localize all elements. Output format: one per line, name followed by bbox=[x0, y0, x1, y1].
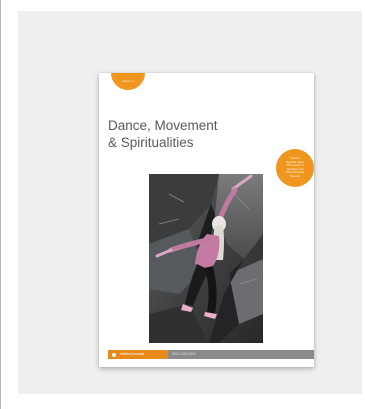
publisher-name: intellect bbox=[120, 352, 132, 356]
issue-badge-line: Spaces bbox=[289, 173, 300, 178]
publisher-logo-icon bbox=[112, 352, 116, 357]
publisher-suffix: journals bbox=[132, 352, 145, 356]
publisher-logo: intellect journals bbox=[108, 350, 168, 359]
issue-badge: Issue 1 Special Issue Movement in Spirit… bbox=[276, 149, 314, 187]
left-border bbox=[0, 0, 1, 409]
product-image-panel: Volume 1 Dance, Movement & Spiritualitie… bbox=[18, 11, 362, 394]
cover-footer-bar: intellect journals ISSN 2051-5804 bbox=[108, 350, 314, 359]
journal-cover[interactable]: Volume 1 Dance, Movement & Spiritualitie… bbox=[99, 73, 314, 367]
dancer-photo bbox=[149, 174, 263, 343]
issn-text: ISSN 2051-5804 bbox=[172, 352, 196, 356]
volume-badge: Volume 1 bbox=[111, 73, 145, 90]
journal-title: Dance, Movement & Spiritualities bbox=[108, 117, 283, 151]
journal-title-line-1: Dance, Movement bbox=[108, 118, 218, 133]
dancer-photo-illustration bbox=[149, 174, 263, 343]
journal-title-line-2: & Spiritualities bbox=[108, 135, 194, 150]
volume-badge-text: Volume 1 bbox=[121, 79, 135, 83]
